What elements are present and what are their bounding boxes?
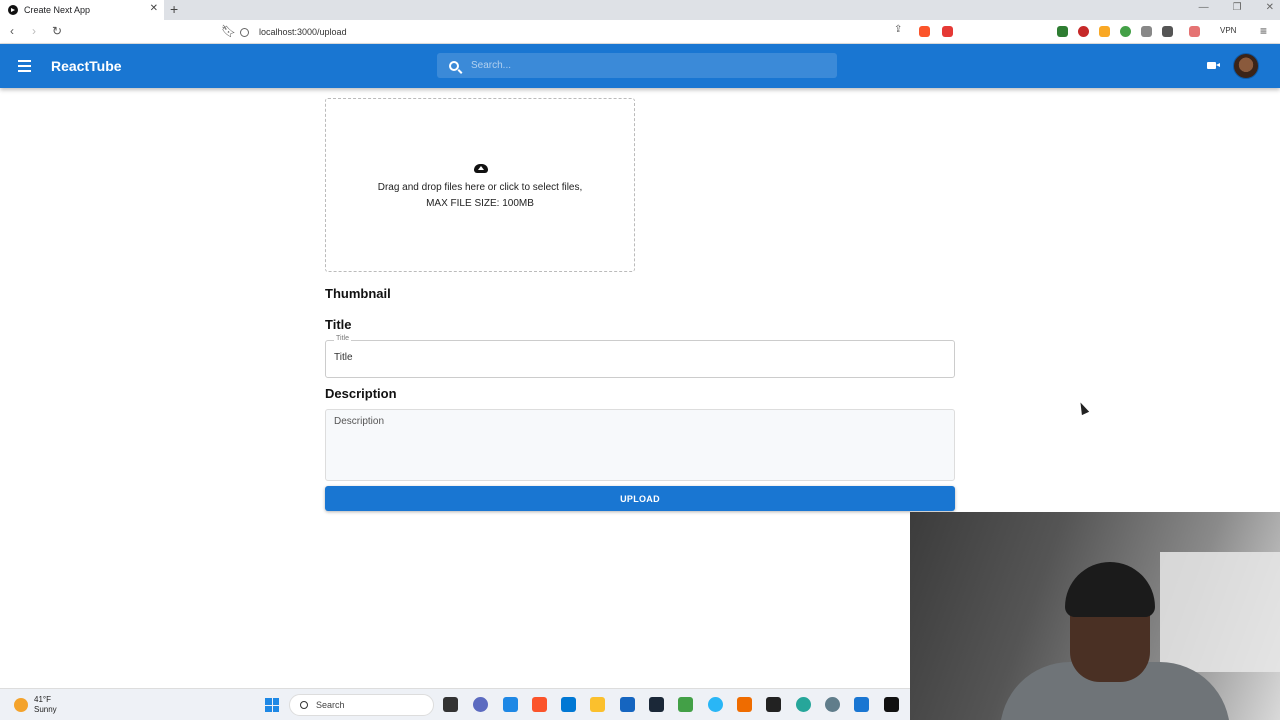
tab-title: Create Next App xyxy=(24,5,91,15)
task-view-icon[interactable] xyxy=(443,697,458,712)
app-icon[interactable] xyxy=(884,697,899,712)
taskbar-search[interactable]: Search xyxy=(289,694,434,716)
video-camera-icon[interactable] xyxy=(1207,62,1220,69)
app-icon[interactable] xyxy=(503,697,518,712)
back-icon[interactable]: ‹ xyxy=(10,24,14,38)
title-input[interactable] xyxy=(334,352,934,363)
description-textarea[interactable] xyxy=(334,416,944,476)
app-icon[interactable] xyxy=(737,697,752,712)
windows-start-icon[interactable] xyxy=(265,698,279,712)
title-floating-label: Title xyxy=(334,335,351,342)
weather-description: Sunny xyxy=(34,705,57,714)
extension-icon[interactable] xyxy=(1057,26,1068,37)
vpn-button[interactable]: VPN xyxy=(1220,26,1236,35)
new-tab-icon[interactable]: + xyxy=(170,1,178,17)
search-icon xyxy=(449,60,459,71)
app-icon[interactable] xyxy=(708,697,723,712)
mail-icon[interactable] xyxy=(620,697,635,712)
wallet-icon[interactable] xyxy=(1189,26,1200,37)
bookmark-icon[interactable]: 🔖︎ xyxy=(221,24,236,38)
app-icon[interactable] xyxy=(854,697,869,712)
browser-menu-icon[interactable]: ≡ xyxy=(1260,24,1267,38)
cloud-upload-icon xyxy=(474,164,488,173)
search-icon xyxy=(300,701,308,709)
sidebar-icon[interactable] xyxy=(1162,26,1173,37)
dropzone-max-size: MAX FILE SIZE: 100MB xyxy=(426,198,534,209)
description-heading: Description xyxy=(325,386,397,401)
webcam-window-light xyxy=(1160,552,1280,672)
windows-taskbar: 41°F Sunny Search xyxy=(0,688,910,720)
dropzone-text: Drag and drop files here or click to sel… xyxy=(326,180,634,212)
avatar[interactable] xyxy=(1233,53,1259,79)
upload-button[interactable]: UPLOAD xyxy=(325,486,955,511)
search-input[interactable] xyxy=(471,60,811,71)
url-field[interactable]: localhost:3000/upload xyxy=(240,23,960,41)
nextjs-favicon-icon xyxy=(8,5,18,15)
extension-icon[interactable] xyxy=(1099,26,1110,37)
chat-icon[interactable] xyxy=(473,697,488,712)
forward-icon[interactable]: › xyxy=(32,24,36,38)
taskbar-search-label: Search xyxy=(316,700,345,710)
browser-address-bar: ‹ › ↻ 🔖︎ localhost:3000/upload ⇪ VPN ≡ xyxy=(0,20,1280,44)
steam-icon[interactable] xyxy=(649,697,664,712)
title-heading: Title xyxy=(325,317,352,332)
file-dropzone[interactable]: Drag and drop files here or click to sel… xyxy=(325,98,635,272)
brave-rewards-icon[interactable] xyxy=(942,26,953,37)
dropzone-instruction: Drag and drop files here or click to sel… xyxy=(377,182,583,193)
window-controls: — ❐ ✕ xyxy=(1199,2,1274,13)
terminal-icon[interactable] xyxy=(766,697,781,712)
app-header: ReactTube xyxy=(0,44,1280,88)
weather-temperature: 41°F xyxy=(34,695,51,704)
search-bar xyxy=(437,53,837,78)
brave-browser-icon[interactable] xyxy=(532,697,547,712)
thumbnail-heading: Thumbnail xyxy=(325,286,391,301)
menu-icon[interactable] xyxy=(18,60,31,72)
sun-icon xyxy=(14,698,28,712)
webcam-overlay xyxy=(910,512,1280,720)
description-field xyxy=(325,409,955,481)
title-field: Title xyxy=(325,335,955,378)
mouse-cursor-icon xyxy=(1076,400,1090,416)
brave-shield-icon[interactable] xyxy=(919,26,930,37)
share-icon[interactable]: ⇪ xyxy=(894,24,902,35)
extension-icon[interactable] xyxy=(1078,26,1089,37)
browser-tab[interactable]: Create Next App ✕ xyxy=(0,0,164,20)
vscode-icon[interactable] xyxy=(561,697,576,712)
url-text: localhost:3000/upload xyxy=(259,27,347,37)
reload-icon[interactable]: ↻ xyxy=(52,24,62,38)
minimize-icon[interactable]: — xyxy=(1199,2,1209,13)
webcam-person-hat xyxy=(1065,562,1155,617)
site-info-icon[interactable] xyxy=(240,27,249,37)
weather-widget[interactable]: 41°F Sunny xyxy=(14,695,57,715)
app-icon[interactable] xyxy=(678,697,693,712)
close-tab-icon[interactable]: ✕ xyxy=(150,3,158,14)
close-window-icon[interactable]: ✕ xyxy=(1266,2,1274,13)
app-icon[interactable] xyxy=(796,697,811,712)
extension-icon[interactable] xyxy=(1120,26,1131,37)
file-explorer-icon[interactable] xyxy=(590,697,605,712)
restore-icon[interactable]: ❐ xyxy=(1233,2,1242,13)
app-logo-title[interactable]: ReactTube xyxy=(51,58,122,74)
settings-gear-icon[interactable] xyxy=(825,697,840,712)
browser-tab-strip: Create Next App ✕ + — ❐ ✕ xyxy=(0,0,1280,20)
extensions-puzzle-icon[interactable] xyxy=(1141,26,1152,37)
